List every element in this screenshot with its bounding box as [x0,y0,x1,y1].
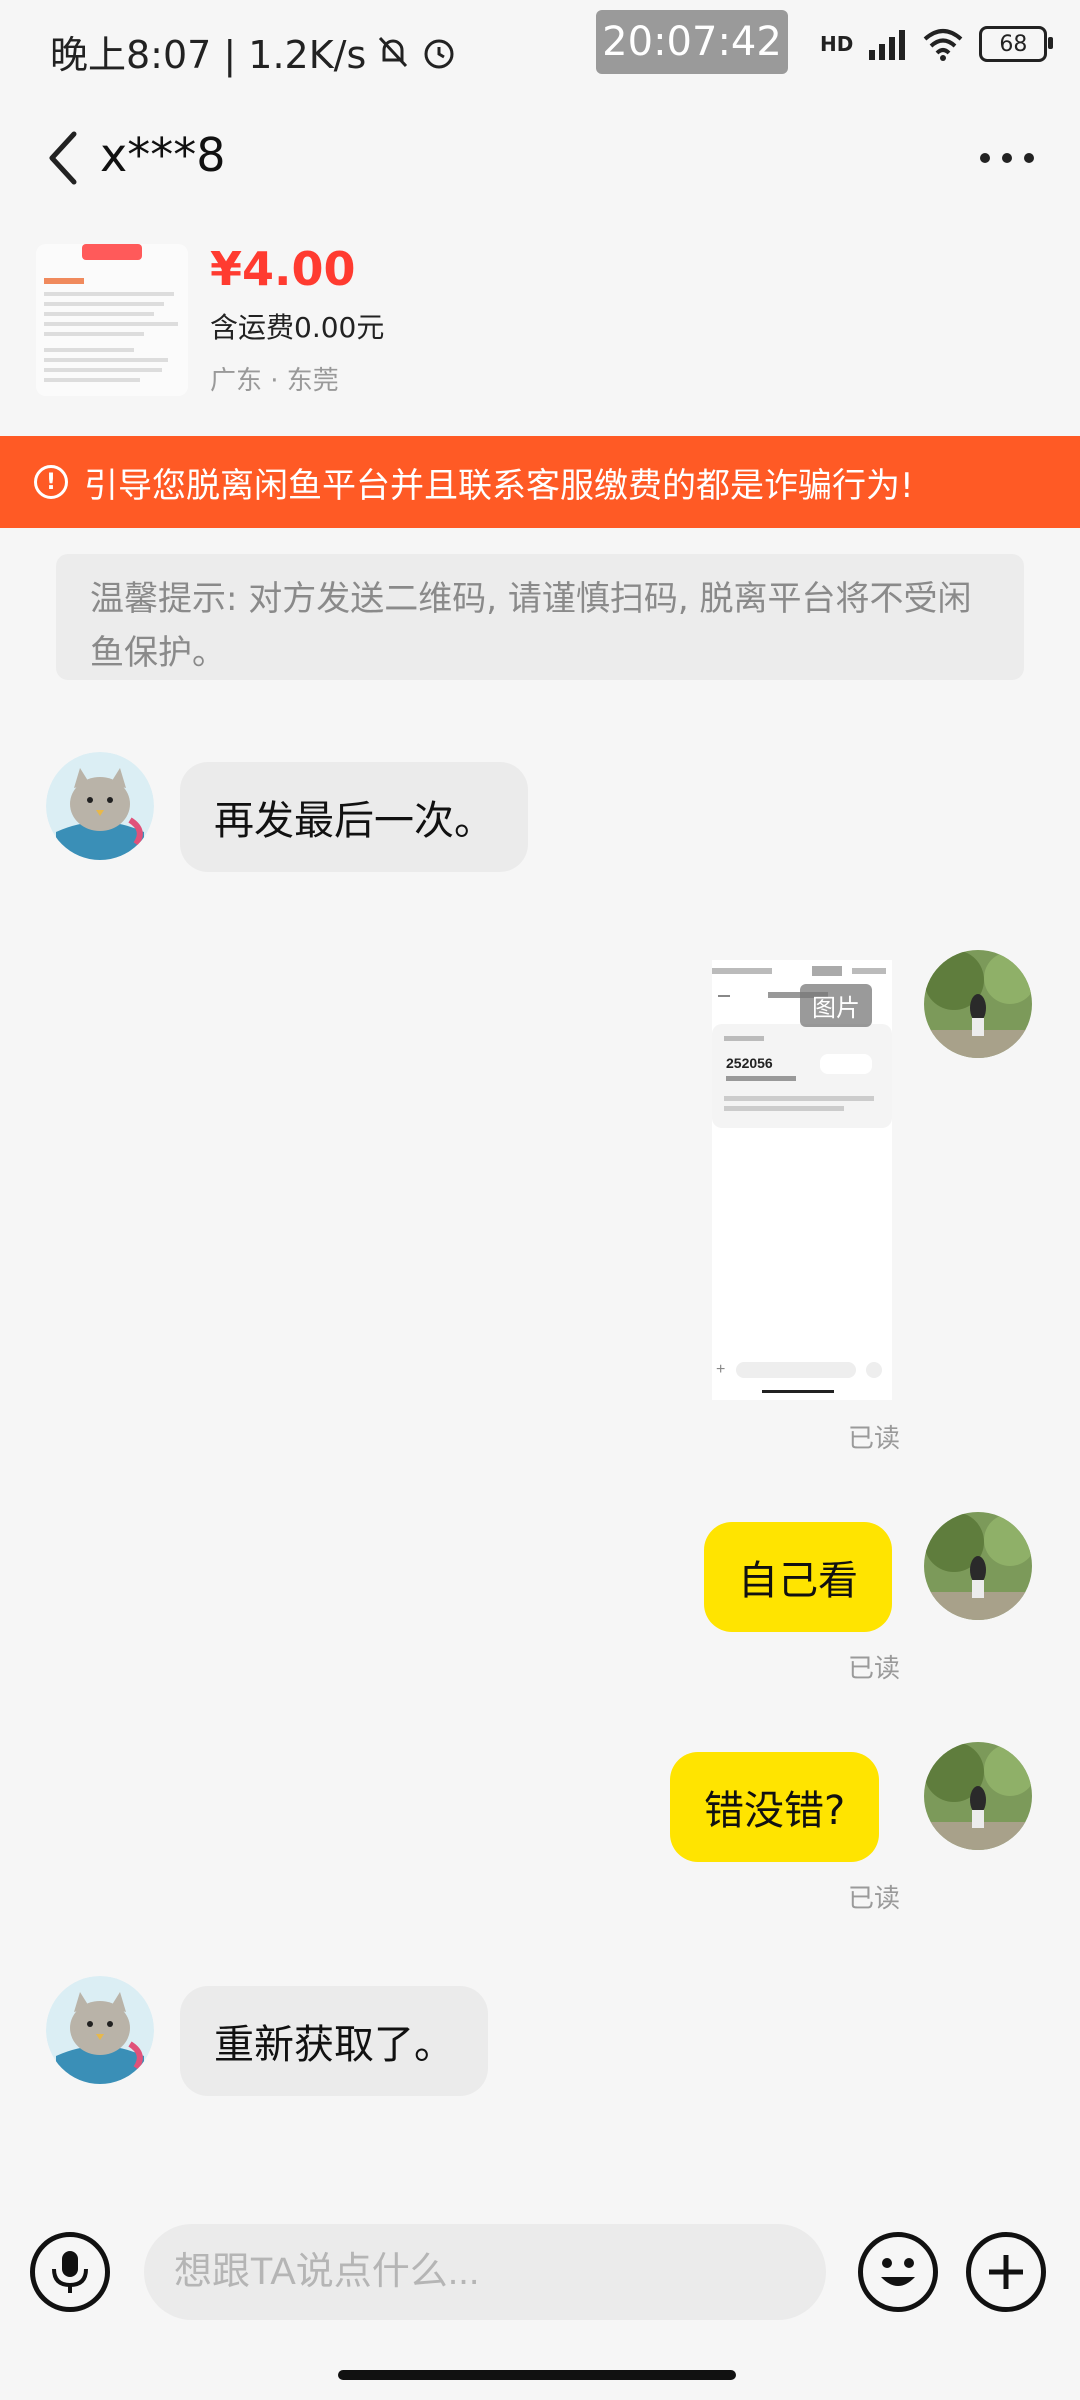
home-indicator[interactable] [338,2370,736,2380]
microphone-icon [52,2251,88,2293]
battery-icon: 68 [979,26,1054,62]
message-text: 错没错? [704,1788,846,1834]
partner-avatar[interactable] [46,752,154,860]
network-label: HD [820,32,854,56]
status-time-speed: 晚上8:07 | 1.2K/s [50,33,367,77]
emoji-icon [881,2258,915,2286]
input-bar [0,2190,1080,2400]
image-label: 图片 [800,984,872,1027]
emoji-button[interactable] [858,2232,938,2312]
message-text: 再发最后一次。 [214,798,494,844]
message-text: 重新获取了。 [214,2022,454,2068]
message-bubble-outgoing[interactable]: 自己看 [704,1522,892,1632]
message-bubble-incoming[interactable]: 重新获取了。 [180,1986,488,2096]
chat-header: x***8 [0,110,1080,200]
back-icon[interactable] [40,128,90,188]
status-right: HD 68 [820,26,1054,62]
my-avatar[interactable] [924,950,1032,1058]
read-receipt: 已读 [848,1884,901,1914]
cat-avatar-icon [46,752,154,860]
voice-button[interactable] [30,2232,110,2312]
read-receipt: 已读 [848,1654,901,1684]
mute-bell-icon [379,36,408,67]
partner-avatar[interactable] [46,1976,154,2084]
plus-icon [989,2255,1023,2289]
read-receipt: 已读 [848,1424,901,1454]
person-photo-avatar-icon [924,1742,1032,1850]
safety-tip: 温馨提示: 对方发送二维码, 请谨慎扫码, 脱离平台将不受闲鱼保护。 [56,554,1024,680]
product-location: 广东 · 东莞 [210,366,339,396]
my-avatar[interactable] [924,1512,1032,1620]
warning-text: 引导您脱离闲鱼平台并且联系客服缴费的都是诈骗行为! [84,465,914,506]
tip-text: 温馨提示: 对方发送二维码, 请谨慎扫码, 脱离平台将不受闲鱼保护。 [90,579,972,673]
person-photo-avatar-icon [924,950,1032,1058]
message-bubble-incoming[interactable]: 再发最后一次。 [180,762,528,872]
more-actions-button[interactable] [966,2232,1046,2312]
status-left: 晚上8:07 | 1.2K/s [50,24,458,79]
inner-code: 252056 [726,1055,773,1071]
cat-avatar-icon [46,1976,154,2084]
product-thumbnail[interactable] [36,244,188,396]
alert-icon: ! [34,465,68,499]
product-shipping: 含运费0.00元 [210,311,385,344]
product-card[interactable]: ¥4.00 含运费0.00元 广东 · 东莞 [0,230,1080,430]
person-photo-avatar-icon [924,1512,1032,1620]
message-bubble-outgoing[interactable]: 错没错? [670,1752,880,1862]
alarm-icon [424,39,454,68]
product-image-icon [36,244,188,396]
my-avatar[interactable] [924,1742,1032,1850]
chat-partner-name: x***8 [100,128,226,182]
wifi-icon [924,29,963,61]
fraud-warning-banner: ! 引导您脱离闲鱼平台并且联系客服缴费的都是诈骗行为! [0,436,1080,528]
more-options-icon[interactable] [975,128,1039,188]
message-input[interactable] [144,2224,826,2320]
signal-icon [869,30,906,60]
battery-level: 68 [999,31,1028,57]
product-price: ¥4.00 [210,242,356,296]
message-text: 自己看 [738,1558,858,1604]
status-bar: 晚上8:07 | 1.2K/s 20:07:42 HD 68 [0,0,1080,100]
status-clock-overlay: 20:07:42 [596,10,788,74]
svg-text:+: + [716,1361,725,1378]
